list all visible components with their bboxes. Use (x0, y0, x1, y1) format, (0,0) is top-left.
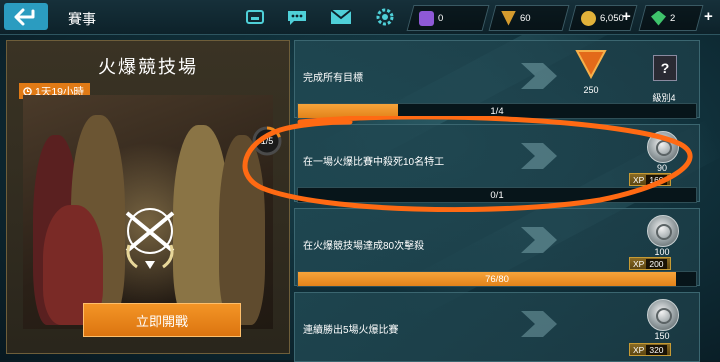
chevron-right-icon (521, 227, 557, 253)
progress-bar-text: 1/4 (490, 105, 504, 117)
back-button[interactable] (4, 3, 48, 30)
objective-label: 連續勝出5場火爆比賽 (303, 325, 399, 336)
coin-reward-icon (647, 299, 679, 331)
xp-reward: XP 160 (629, 173, 671, 186)
reward-value: 100 (654, 247, 670, 257)
progress-bar-text: 0/1 (490, 189, 504, 201)
gem-icon (651, 11, 666, 26)
gem-value: 2 (670, 12, 676, 24)
mystery-crate-icon: ? (653, 55, 677, 81)
chevron-right-icon (521, 63, 557, 89)
gold-value: 6,050 (600, 12, 624, 24)
reward-value: 90 (656, 163, 667, 173)
xp-label: XP (633, 344, 645, 355)
progress-ring-label: 1/5 (260, 136, 274, 146)
progress-bar-text: 76/80 (485, 273, 509, 285)
mail-icon[interactable] (330, 7, 352, 27)
xp-value: 160 (646, 174, 667, 185)
xp-reward: XP 320 (629, 343, 671, 356)
objective-row[interactable]: 在火爆競技場達成80次擊殺 100 XP 200 76/80 (294, 208, 700, 287)
tickets-value: 0 (438, 12, 444, 24)
event-title: 火爆競技場 (98, 57, 198, 77)
controller-icon[interactable] (244, 7, 266, 27)
gem-counter: 2 (638, 5, 704, 31)
progress-bar: 0/1 (297, 187, 697, 203)
sniper-emblem-icon (125, 208, 175, 269)
chevron-counter: 60 (488, 5, 570, 31)
xp-label: XP (633, 174, 645, 185)
tickets-counter: 0 (406, 5, 490, 31)
event-panel: 火爆競技場 1天19小時 1/5 立即開戰 (6, 40, 290, 354)
start-battle-button[interactable]: 立即開戰 (83, 303, 241, 337)
coin-reward-icon (647, 215, 679, 247)
progress-bar: 1/4 (297, 103, 697, 119)
gold-chevron-icon (501, 11, 516, 26)
objective-label: 在一場火爆比賽中殺死10名特工 (303, 157, 445, 168)
chevron-right-icon (521, 143, 557, 169)
objectives-list: 完成所有目標 250 ? 級別4 1/4 在一場火爆比賽中殺死10名特工 90 … (294, 40, 720, 362)
gold-coin-icon (581, 10, 596, 26)
event-artwork (23, 95, 273, 329)
xp-value: 200 (646, 258, 667, 269)
reward-value: 150 (654, 331, 670, 341)
progress-bar: 76/80 (297, 271, 697, 287)
objective-row[interactable]: 連續勝出5場火爆比賽 150 XP 320 (294, 292, 700, 362)
xp-reward: XP 200 (629, 257, 671, 270)
reward-value: 250 (583, 85, 599, 95)
xp-label: XP (633, 258, 645, 269)
xp-value: 320 (646, 344, 667, 355)
objective-label: 完成所有目標 (303, 73, 363, 84)
settings-gear-icon[interactable] (374, 7, 396, 27)
coin-reward-icon (647, 131, 679, 163)
add-gem-button[interactable]: + (704, 8, 713, 25)
tickets-icon (419, 10, 434, 26)
chevron-value: 60 (520, 12, 531, 24)
objective-label: 在火爆競技場達成80次擊殺 (303, 241, 425, 252)
page-title: 賽事 (68, 11, 96, 27)
chevron-right-icon (521, 311, 557, 337)
chat-icon[interactable] (286, 7, 308, 27)
objective-row[interactable]: 在一場火爆比賽中殺死10名特工 90 XP 160 0/1 (294, 124, 700, 203)
back-arrow-icon (14, 8, 35, 25)
objective-row[interactable]: 完成所有目標 250 ? 級別4 1/4 (294, 40, 700, 119)
rank-chevron-icon (575, 50, 607, 79)
add-gold-button[interactable]: + (622, 8, 631, 25)
top-bar: 賽事 0 60 6,050 + 2 + (0, 0, 720, 35)
